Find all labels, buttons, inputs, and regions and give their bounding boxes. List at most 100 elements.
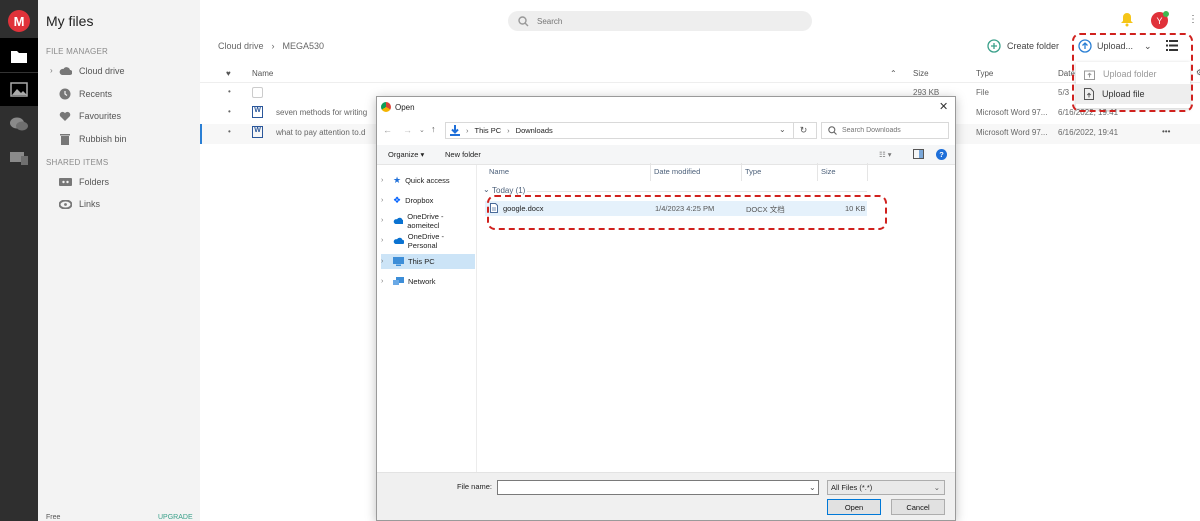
image-icon: [10, 82, 28, 97]
nav-item-network[interactable]: › Network: [381, 274, 475, 289]
back-arrow-icon[interactable]: ←: [383, 125, 392, 135]
col-header-size[interactable]: Size: [913, 69, 929, 78]
file-type: Microsoft Word 97...: [976, 128, 1048, 137]
expand-chevron-icon[interactable]: ›: [50, 66, 53, 75]
up-arrow-icon[interactable]: ↑: [431, 124, 436, 134]
close-icon[interactable]: ✕: [939, 100, 948, 113]
folder-icon: [11, 50, 27, 63]
trash-icon: [58, 132, 72, 146]
search-bar[interactable]: [508, 11, 812, 31]
recent-locations-chevron-icon[interactable]: ⌄: [419, 126, 425, 134]
mega-logo[interactable]: M: [8, 10, 30, 32]
col-header-date-modified[interactable]: Date modified: [654, 167, 700, 176]
search-icon: [518, 15, 529, 26]
col-header-size[interactable]: Size: [821, 167, 836, 176]
address-separator: ›: [507, 126, 510, 135]
link-icon: [58, 197, 72, 211]
file-name-dropdown-icon[interactable]: ⌄: [809, 483, 816, 492]
chat-icon: [10, 117, 28, 131]
sidebar-item-label: Folders: [79, 177, 110, 187]
settings-gear-icon[interactable]: ⚙: [1196, 68, 1200, 77]
col-header-type[interactable]: Type: [976, 69, 993, 78]
more-vertical-icon[interactable]: ⋮: [1188, 14, 1198, 25]
file-name-input[interactable]: [497, 480, 819, 495]
address-segment-downloads[interactable]: Downloads: [516, 126, 553, 135]
nav-label: OneDrive - Personal: [407, 231, 445, 250]
open-button[interactable]: Open: [827, 499, 881, 515]
forward-arrow-icon[interactable]: →: [403, 125, 412, 135]
breadcrumb-root[interactable]: Cloud drive: [218, 41, 264, 51]
address-bar[interactable]: › This PC › Downloads: [445, 122, 817, 139]
group-header[interactable]: Today (1): [492, 186, 525, 195]
dialog-search-input[interactable]: [842, 127, 942, 134]
organize-button[interactable]: Organize ▾: [388, 150, 424, 159]
file-type-select[interactable]: All Files (*.*) ⌄: [827, 480, 945, 495]
view-options-icon[interactable]: ☷ ▾: [879, 150, 892, 159]
create-folder-label: Create folder: [1007, 41, 1060, 51]
chevron-right-icon: ›: [381, 197, 384, 204]
onedrive-icon: [393, 217, 404, 224]
column-separator: [741, 163, 742, 181]
preview-pane-icon[interactable]: [913, 149, 924, 161]
refresh-icon[interactable]: ↻: [793, 122, 813, 139]
devices-icon: [10, 152, 28, 165]
onedrive-icon: [393, 237, 404, 244]
address-dropdown-icon[interactable]: ⌄: [779, 125, 786, 134]
network-icon: [393, 277, 404, 285]
sort-up-icon[interactable]: ⌃: [890, 69, 897, 78]
file-date: 5/3: [1058, 88, 1070, 97]
chevron-right-icon: ›: [381, 237, 384, 244]
sidebar-item-recents[interactable]: Recents: [58, 86, 112, 102]
upgrade-link[interactable]: UPGRADE: [158, 514, 193, 521]
sidebar-item-rubbish-bin[interactable]: Rubbish bin: [58, 131, 127, 147]
header-divider: [200, 82, 1200, 83]
nav-item-this-pc[interactable]: › This PC: [381, 254, 475, 269]
dialog-toolbar: Organize ▾ New folder ☷ ▾ ?: [377, 145, 955, 165]
cancel-button[interactable]: Cancel: [891, 499, 945, 515]
address-segment-this-pc[interactable]: This PC: [475, 126, 502, 135]
sidebar-item-folders[interactable]: Folders: [58, 174, 109, 190]
create-folder-button[interactable]: Create folder: [987, 39, 1059, 53]
nav-label: Dropbox: [405, 196, 434, 205]
photos-rail-button[interactable]: [0, 72, 38, 106]
col-header-name[interactable]: Name: [489, 167, 509, 176]
bullet: •: [228, 107, 231, 116]
sidebar-item-favourites[interactable]: Favourites: [58, 108, 121, 124]
sidebar-item-links[interactable]: Links: [58, 196, 100, 212]
open-file-dialog: Open ✕ ← → ⌄ ↑ › This PC › Downloads ⌄ ↻…: [376, 96, 956, 521]
breadcrumb-current[interactable]: MEGA530: [283, 41, 325, 51]
help-icon[interactable]: ?: [936, 149, 947, 160]
group-chevron-icon[interactable]: ⌄: [483, 185, 490, 194]
file-generic-icon: [252, 87, 263, 98]
shared-folders-icon: [58, 175, 72, 189]
column-separator: [650, 163, 651, 181]
col-header-type[interactable]: Type: [745, 167, 761, 176]
nav-item-onedrive-aomeitech[interactable]: › OneDrive - aomeitecl: [381, 212, 475, 230]
file-date: 6/16/2022, 19:41: [1058, 128, 1119, 137]
favourite-column-heart-icon[interactable]: ♥: [226, 69, 231, 78]
cloud-drive-rail-button[interactable]: [0, 38, 38, 74]
col-header-name[interactable]: Name: [252, 69, 273, 78]
nav-item-dropbox[interactable]: › ❖ Dropbox: [381, 193, 475, 208]
chat-rail-button[interactable]: [0, 106, 38, 142]
dialog-title: Open: [395, 103, 415, 112]
dialog-search-box[interactable]: [821, 122, 949, 139]
sidebar-item-label: Recents: [79, 89, 113, 99]
devices-rail-button[interactable]: [0, 140, 38, 176]
nav-item-onedrive-personal[interactable]: › OneDrive - Personal: [381, 231, 475, 250]
search-input[interactable]: [537, 16, 777, 26]
file-type: File: [976, 88, 989, 97]
word-file-icon: W: [252, 126, 263, 138]
new-folder-button[interactable]: New folder: [445, 150, 481, 159]
breadcrumb-separator: ›: [271, 41, 275, 51]
notification-bell-icon[interactable]: [1120, 12, 1134, 29]
sidebar-item-label: Rubbish bin: [79, 134, 127, 144]
sidebar-item-cloud-drive[interactable]: Cloud drive: [58, 63, 125, 79]
chrome-icon: [381, 102, 391, 112]
file-name: what to pay attention to.d: [276, 128, 366, 137]
more-options-icon[interactable]: •••: [1162, 127, 1170, 136]
nav-item-quick-access[interactable]: › ★ Quick access: [381, 173, 475, 188]
navigation-pane: › ★ Quick access › ❖ Dropbox › OneDrive …: [377, 165, 477, 472]
chevron-down-icon: ⌄: [933, 483, 940, 492]
word-file-icon: W: [252, 106, 263, 118]
